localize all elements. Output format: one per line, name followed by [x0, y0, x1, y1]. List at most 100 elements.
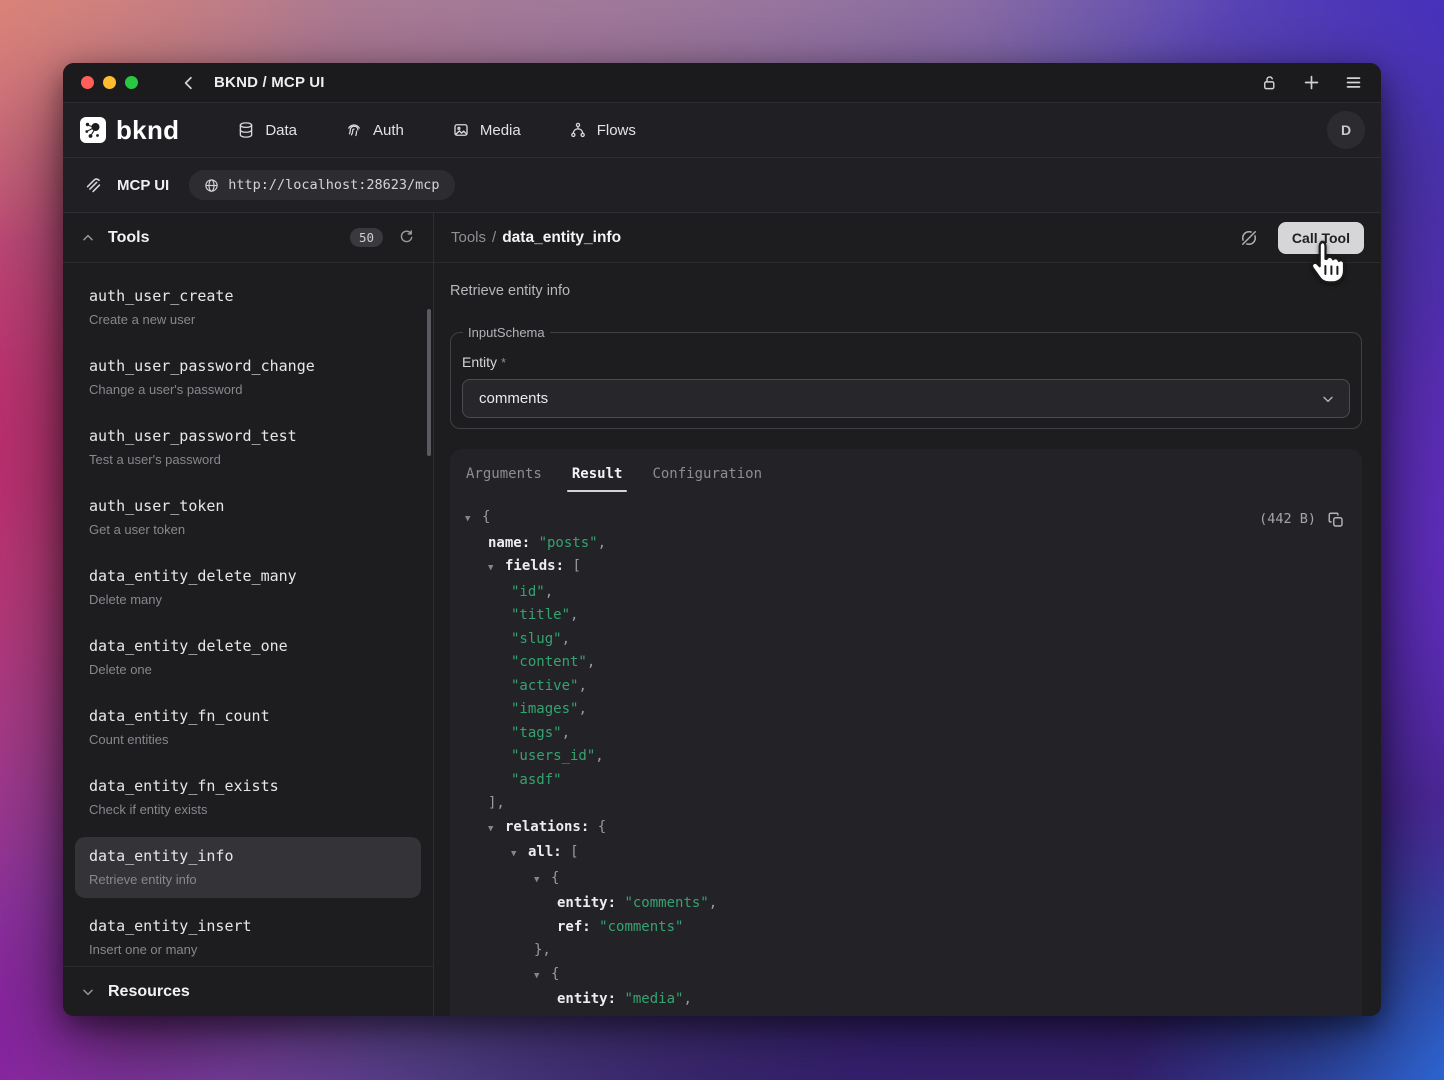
new-tab-icon[interactable]: [1302, 73, 1321, 92]
tool-list-item[interactable]: auth_user_create Create a new user: [75, 277, 421, 338]
tool-description: Test a user's password: [89, 452, 407, 467]
tools-section-header[interactable]: Tools 50: [63, 213, 433, 263]
tool-name: auth_user_token: [89, 497, 407, 515]
nav-item-media[interactable]: Media: [452, 121, 521, 139]
json-line: "tags",: [450, 722, 1362, 746]
tab-configuration[interactable]: Configuration: [652, 466, 762, 490]
chevron-up-icon[interactable]: [81, 231, 95, 245]
result-meta: (442 B): [1259, 508, 1345, 532]
json-string-value: "content": [511, 654, 587, 670]
json-line: "images",: [450, 698, 1362, 722]
json-line: entity: "media",: [450, 988, 1362, 1012]
tool-list-item[interactable]: data_entity_info Retrieve entity info: [75, 837, 421, 898]
tool-list-item[interactable]: auth_user_password_test Test a user's pa…: [75, 417, 421, 478]
json-line: ▼{: [450, 867, 1362, 893]
breadcrumb-separator: /: [492, 229, 496, 246]
json-punctuation: ,: [562, 631, 570, 647]
entity-select[interactable]: comments: [462, 379, 1350, 418]
tool-list-item[interactable]: data_entity_delete_one Delete one: [75, 627, 421, 688]
tool-name: auth_user_create: [89, 287, 407, 305]
brand-logo[interactable]: bknd: [79, 115, 179, 146]
traffic-lights: [81, 76, 138, 89]
zoom-window-button[interactable]: [125, 76, 138, 89]
sidebar-scrollbar[interactable]: [427, 309, 431, 456]
json-punctuation: ,: [545, 584, 553, 600]
tool-name: data_entity_fn_exists: [89, 777, 407, 795]
json-key: ref:: [557, 1015, 599, 1017]
expand-toggle-icon[interactable]: ▼: [511, 843, 528, 867]
tool-list-item[interactable]: data_entity_insert Insert one or many: [75, 907, 421, 966]
json-key: all:: [528, 844, 570, 860]
json-string-value: "asdf": [511, 772, 562, 788]
input-schema-legend: InputSchema: [463, 325, 550, 340]
nav-item-label: Media: [480, 122, 521, 139]
expand-toggle-icon[interactable]: ▼: [465, 508, 482, 532]
resources-section-header[interactable]: Resources: [63, 966, 433, 1016]
json-punctuation: ,: [562, 725, 570, 741]
json-punctuation: ,: [709, 895, 717, 911]
tool-description: Change a user's password: [89, 382, 407, 397]
close-window-button[interactable]: [81, 76, 94, 89]
tool-list-item[interactable]: data_entity_fn_exists Check if entity ex…: [75, 767, 421, 828]
result-tabs: Arguments Result Configuration: [450, 449, 1362, 490]
expand-toggle-icon[interactable]: ▼: [488, 557, 505, 581]
user-avatar[interactable]: D: [1327, 111, 1365, 149]
tool-description: Check if entity exists: [89, 802, 407, 817]
json-string-value: "users_id": [511, 748, 595, 764]
resources-section-title: Resources: [108, 983, 190, 1001]
expand-toggle-icon[interactable]: ▼: [534, 869, 551, 893]
input-schema-fieldset: InputSchema Entity* comments: [450, 325, 1362, 429]
json-punctuation: },: [534, 942, 551, 958]
required-asterisk: *: [501, 355, 506, 370]
chevron-down-icon[interactable]: [81, 985, 95, 999]
tools-list: auth_user_create Create a new user auth_…: [63, 263, 433, 966]
database-icon: [237, 121, 255, 139]
tool-description: Delete one: [89, 662, 407, 677]
json-line: },: [450, 939, 1362, 963]
tools-sidebar: Tools 50 auth_user_create Create a new u…: [63, 213, 434, 1016]
minimize-window-button[interactable]: [103, 76, 116, 89]
lock-open-icon[interactable]: [1261, 74, 1279, 92]
tool-list-item[interactable]: data_entity_delete_many Delete many: [75, 557, 421, 618]
nav-item-label: Flows: [597, 122, 636, 139]
json-key: ref:: [557, 919, 599, 935]
nav-item-data[interactable]: Data: [237, 121, 297, 139]
json-punctuation: [: [572, 558, 580, 574]
tool-description: Delete many: [89, 592, 407, 607]
tool-name: auth_user_password_test: [89, 427, 407, 445]
json-key: entity:: [557, 895, 624, 911]
copy-icon[interactable]: [1327, 511, 1345, 529]
json-line: entity: "comments",: [450, 892, 1362, 916]
notifications-off-icon[interactable]: [1239, 228, 1259, 248]
tool-list-item[interactable]: auth_user_token Get a user token: [75, 487, 421, 548]
app-window: BKND / MCP UI bknd Data Auth Media: [63, 63, 1381, 1016]
tool-detail-header: Tools / data_entity_info Call Tool: [434, 213, 1381, 263]
result-size-label: (442 B): [1259, 508, 1316, 532]
nav-item-auth[interactable]: Auth: [345, 121, 404, 139]
json-punctuation: {: [482, 509, 490, 525]
expand-toggle-icon[interactable]: ▼: [534, 965, 551, 989]
tool-name: data_entity_insert: [89, 917, 407, 935]
server-url-pill[interactable]: http://localhost:28623/mcp: [189, 170, 454, 200]
tool-list-item[interactable]: data_entity_fn_count Count entities: [75, 697, 421, 758]
json-line: ref: "images": [450, 1012, 1362, 1017]
tool-name: data_entity_info: [89, 847, 407, 865]
json-line: ▼{: [450, 963, 1362, 989]
json-line: ▼relations: {: [450, 816, 1362, 842]
back-button[interactable]: [180, 74, 198, 92]
breadcrumb-root[interactable]: Tools: [451, 229, 486, 246]
tool-list-item[interactable]: auth_user_password_change Change a user'…: [75, 347, 421, 408]
tool-description: Get a user token: [89, 522, 407, 537]
brand-wordmark: bknd: [116, 115, 179, 146]
tab-arguments[interactable]: Arguments: [466, 466, 542, 490]
menu-icon[interactable]: [1344, 73, 1363, 92]
json-line: "users_id",: [450, 745, 1362, 769]
nav-item-flows[interactable]: Flows: [569, 121, 636, 139]
json-string-value: "title": [511, 607, 570, 623]
avatar-initial: D: [1341, 122, 1351, 138]
json-string-value: "active": [511, 678, 578, 694]
tool-description: Insert one or many: [89, 942, 407, 957]
refresh-icon[interactable]: [398, 229, 415, 246]
tab-result[interactable]: Result: [572, 466, 623, 490]
expand-toggle-icon[interactable]: ▼: [488, 818, 505, 842]
